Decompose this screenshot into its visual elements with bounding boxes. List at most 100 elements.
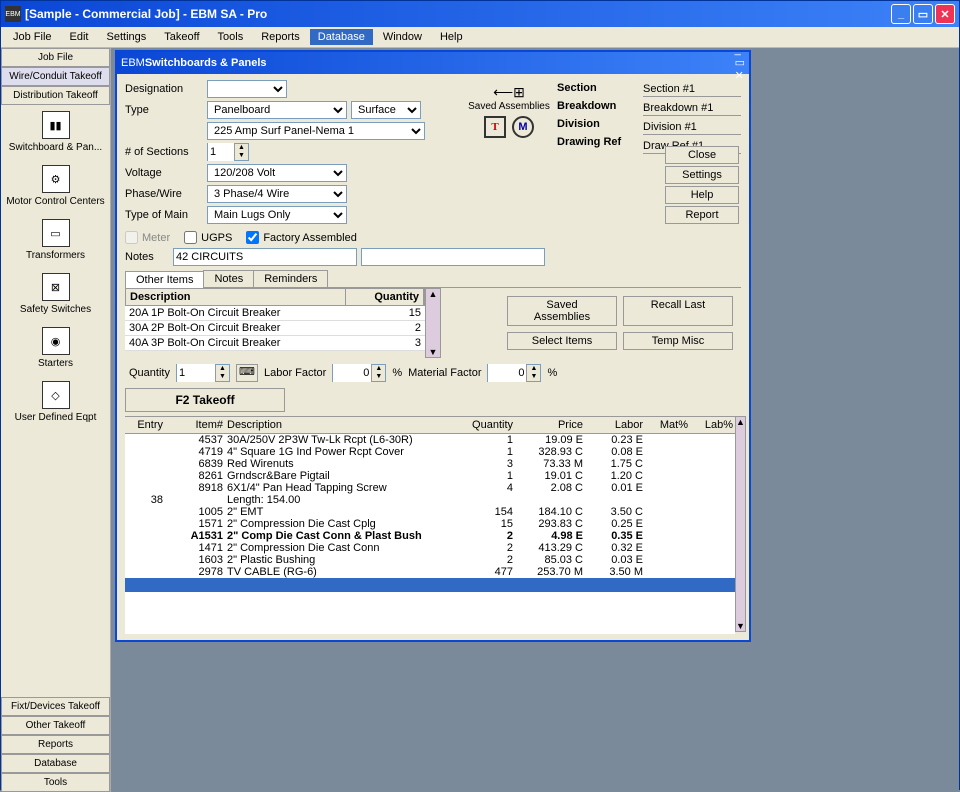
other-item-row[interactable]: 20A 1P Bolt-On Circuit Breaker15	[125, 306, 425, 321]
nav-job-file[interactable]: Job File	[1, 48, 110, 67]
tool-user-defined-eqpt[interactable]: ◇User Defined Eqpt	[1, 375, 110, 429]
child-minimize-button[interactable]: _	[735, 44, 745, 56]
switchboards-window: EBM Switchboards & Panels _ ▭ ✕ Designat…	[115, 50, 751, 642]
settings-button[interactable]: Settings	[665, 166, 739, 184]
mount-select[interactable]: Surface	[351, 101, 421, 119]
col-price[interactable]: Price	[515, 419, 585, 431]
result-row[interactable]: 14712" Compression Die Cast Conn2413.29 …	[125, 542, 735, 554]
designation-select[interactable]	[207, 80, 287, 98]
f2-takeoff-button[interactable]: F2 Takeoff	[125, 388, 285, 412]
quantity-spinner[interactable]: ▲▼	[176, 364, 230, 382]
result-row[interactable]: 47194" Square 1G Ind Power Rcpt Cover132…	[125, 446, 735, 458]
report-button[interactable]: Report	[665, 206, 739, 224]
menu-takeoff[interactable]: Takeoff	[156, 29, 207, 45]
voltage-select[interactable]: 120/208 Volt	[207, 164, 347, 182]
col-description[interactable]: Description	[126, 289, 346, 305]
phase-select[interactable]: 3 Phase/4 Wire	[207, 185, 347, 203]
calculator-button[interactable]: ⌨	[236, 364, 258, 382]
model-select[interactable]: 225 Amp Surf Panel-Nema 1	[207, 122, 425, 140]
material-factor-label: Material Factor	[408, 367, 481, 379]
col-lab[interactable]: Lab%	[690, 419, 735, 431]
ugps-check[interactable]: UGPS	[184, 231, 232, 244]
temp-misc-button[interactable]: Temp Misc	[623, 332, 733, 350]
meter-check[interactable]: Meter	[125, 231, 170, 244]
col-item[interactable]: Item#	[165, 419, 225, 431]
labor-factor-spinner[interactable]: ▲▼	[332, 364, 386, 382]
division-value[interactable]: Division #1	[643, 120, 741, 135]
tool-icon: ⊠	[42, 273, 70, 301]
minimize-button[interactable]: _	[891, 4, 911, 24]
tab-reminders[interactable]: Reminders	[253, 270, 328, 287]
menu-window[interactable]: Window	[375, 29, 430, 45]
tab-notes[interactable]: Notes	[203, 270, 254, 287]
select-items-button[interactable]: Select Items	[507, 332, 617, 350]
nav-tools[interactable]: Tools	[1, 773, 110, 792]
nav-other-takeoff[interactable]: Other Takeoff	[1, 716, 110, 735]
other-items-scrollbar[interactable]: ▲▼	[425, 288, 441, 358]
nav-distribution-takeoff[interactable]: Distribution Takeoff	[1, 86, 110, 105]
result-row[interactable]: 6839Red Wirenuts373.33 M1.75 C	[125, 458, 735, 470]
tool-icon: ⚙	[42, 165, 70, 193]
other-item-row[interactable]: 40A 3P Bolt-On Circuit Breaker3	[125, 336, 425, 351]
section-value[interactable]: Section #1	[643, 82, 741, 97]
col-entry[interactable]: Entry	[125, 419, 165, 431]
main-select[interactable]: Main Lugs Only	[207, 206, 347, 224]
help-button[interactable]: Help	[665, 186, 739, 204]
m-icon[interactable]: M	[512, 116, 534, 138]
result-row[interactable]: A15312" Comp Die Cast Conn & Plast Bush2…	[125, 530, 735, 542]
saved-assemblies-icon[interactable]: ⟵⊞	[465, 84, 553, 101]
menu-reports[interactable]: Reports	[253, 29, 308, 45]
maximize-button[interactable]: ▭	[913, 4, 933, 24]
tool-starters[interactable]: ◉Starters	[1, 321, 110, 375]
result-row[interactable]: 8261Grndscr&Bare Pigtail119.01 C1.20 C	[125, 470, 735, 482]
tab-other-items[interactable]: Other Items	[125, 271, 204, 288]
mdi-area: EBM Switchboards & Panels _ ▭ ✕ Designat…	[111, 48, 959, 792]
result-row[interactable]: 2978TV CABLE (RG-6)477253.70 M3.50 M	[125, 566, 735, 578]
result-row[interactable]: 89186X1/4" Pan Head Tapping Screw42.08 C…	[125, 482, 735, 494]
tool-switchboard-pan-[interactable]: ▮▮Switchboard & Pan...	[1, 105, 110, 159]
nav-wire-conduit-takeoff[interactable]: Wire/Conduit Takeoff	[1, 67, 110, 86]
nav-fixt-devices-takeoff[interactable]: Fixt/Devices Takeoff	[1, 697, 110, 716]
saved-assemblies-button[interactable]: Saved Assemblies	[507, 296, 617, 326]
col-desc[interactable]: Description	[225, 419, 455, 431]
close-button[interactable]: Close	[665, 146, 739, 164]
col-mat[interactable]: Mat%	[645, 419, 690, 431]
t-icon[interactable]: T	[484, 116, 506, 138]
notes-input-2[interactable]	[361, 248, 545, 266]
menu-tools[interactable]: Tools	[210, 29, 252, 45]
menu-edit[interactable]: Edit	[62, 29, 97, 45]
breakdown-value[interactable]: Breakdown #1	[643, 101, 741, 116]
close-button[interactable]: ✕	[935, 4, 955, 24]
notes-input-1[interactable]	[173, 248, 357, 266]
recall-last-button[interactable]: Recall Last	[623, 296, 733, 326]
menu-help[interactable]: Help	[432, 29, 471, 45]
app-title: [Sample - Commercial Job] - EBM SA - Pro	[25, 7, 891, 21]
result-row[interactable]: 453730A/250V 2P3W Tw-Lk Rcpt (L6-30R)119…	[125, 434, 735, 446]
sections-spinner[interactable]: ▲▼	[207, 143, 249, 161]
col-qty[interactable]: Quantity	[455, 419, 515, 431]
col-quantity[interactable]: Quantity	[346, 289, 424, 305]
child-maximize-button[interactable]: ▭	[735, 56, 745, 69]
result-row[interactable]: 10052" EMT154184.10 C3.50 C	[125, 506, 735, 518]
tool-motor-control-centers[interactable]: ⚙Motor Control Centers	[1, 159, 110, 213]
type-select[interactable]: Panelboard	[207, 101, 347, 119]
division-label: Division	[557, 118, 643, 130]
selected-row[interactable]	[125, 578, 735, 592]
menu-settings[interactable]: Settings	[99, 29, 155, 45]
tool-icon: ◇	[42, 381, 70, 409]
tool-safety-switches[interactable]: ⊠Safety Switches	[1, 267, 110, 321]
material-factor-spinner[interactable]: ▲▼	[487, 364, 541, 382]
factory-check[interactable]: Factory Assembled	[246, 231, 357, 244]
result-row[interactable]: 16032" Plastic Bushing285.03 C0.03 E	[125, 554, 735, 566]
col-labor[interactable]: Labor	[585, 419, 645, 431]
labor-factor-label: Labor Factor	[264, 367, 326, 379]
nav-database[interactable]: Database	[1, 754, 110, 773]
results-scrollbar[interactable]: ▲▼	[735, 416, 746, 632]
menu-database[interactable]: Database	[310, 29, 373, 45]
result-row[interactable]: 15712" Compression Die Cast Cplg15293.83…	[125, 518, 735, 530]
menu-job-file[interactable]: Job File	[5, 29, 60, 45]
tool-transformers[interactable]: ▭Transformers	[1, 213, 110, 267]
nav-reports[interactable]: Reports	[1, 735, 110, 754]
other-item-row[interactable]: 30A 2P Bolt-On Circuit Breaker2	[125, 321, 425, 336]
result-row[interactable]: 38Length: 154.00	[125, 494, 735, 506]
